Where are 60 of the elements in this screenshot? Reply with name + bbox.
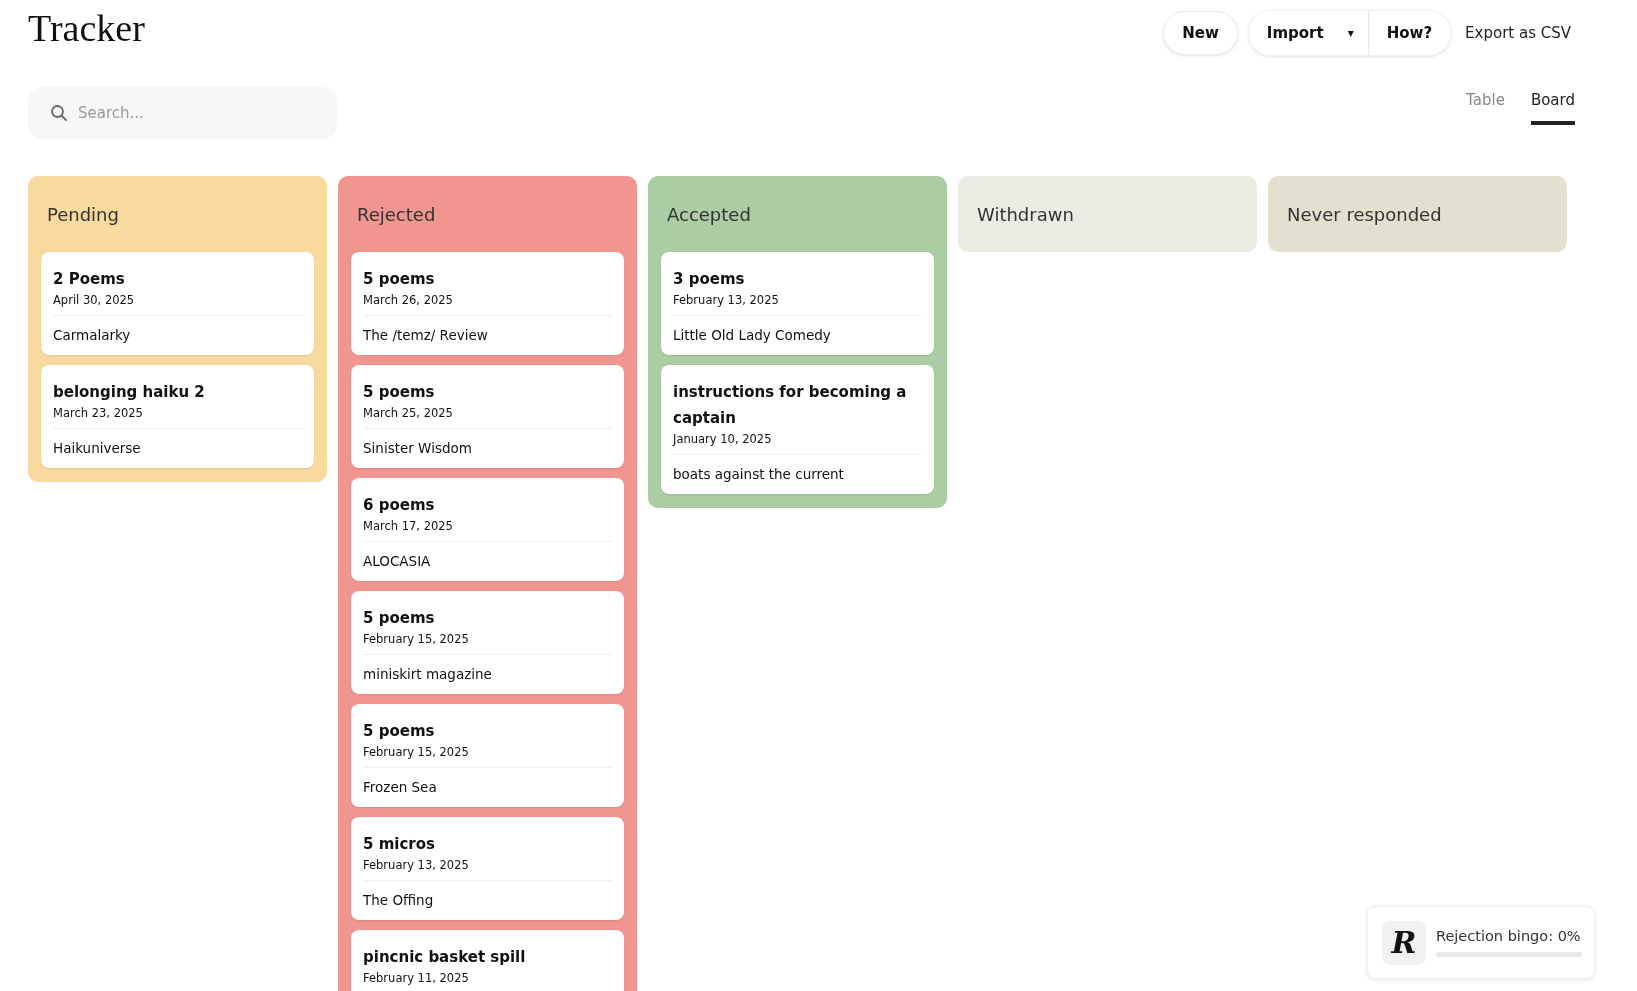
card-venue: The /temz/ Review xyxy=(363,326,489,345)
card-title: 2 Poems xyxy=(53,269,126,290)
card-title: pincnic basket spill xyxy=(363,947,527,968)
card-venue: Carmalarky xyxy=(53,326,132,345)
submission-card[interactable]: 6 poems March 17, 2025 ALOCASIA xyxy=(351,478,624,581)
card-date: February 11, 2025 xyxy=(363,970,470,986)
view-tab[interactable]: Board xyxy=(1530,91,1575,125)
submission-card[interactable]: belonging haiku 2 March 23, 2025 Haikuniverse xyxy=(41,365,314,468)
card-title: 6 poems xyxy=(363,495,436,516)
submission-card[interactable]: 3 poems February 13, 2025 Little Old Lady Comedy xyxy=(661,252,934,355)
card-date: March 17, 2025 xyxy=(363,518,454,534)
card-title: 5 micros xyxy=(363,834,436,855)
submission-card[interactable]: 5 micros February 13, 2025 The Offing xyxy=(351,817,624,920)
card-date: February 13, 2025 xyxy=(673,292,780,308)
card-venue: The Offing xyxy=(363,891,435,910)
bingo-label: Rejection bingo: 0% xyxy=(1436,928,1582,944)
card-title: 5 poems xyxy=(363,269,436,290)
search-field[interactable]: Search... xyxy=(28,87,337,139)
card-date: February 13, 2025 xyxy=(363,857,470,873)
export-csv-link[interactable]: Export as CSV xyxy=(1461,24,1575,42)
card-venue: miniskirt magazine xyxy=(363,665,493,684)
view-tab[interactable]: Table xyxy=(1466,91,1505,125)
card-venue: Little Old Lady Comedy xyxy=(673,326,832,345)
submission-card[interactable]: instructions for becoming a captain January 10, 2025 boats against the current xyxy=(661,365,934,494)
card-date: April 30, 2025 xyxy=(53,292,136,308)
card-title: belonging haiku 2 xyxy=(53,382,206,403)
column-title: Accepted xyxy=(666,202,752,227)
card-date: March 26, 2025 xyxy=(363,292,454,308)
card-date: February 15, 2025 xyxy=(363,744,470,760)
card-date: February 15, 2025 xyxy=(363,631,470,647)
column-title: Withdrawn xyxy=(976,202,1075,227)
submission-card[interactable]: 5 poems March 26, 2025 The /temz/ Review xyxy=(351,252,624,355)
card-title: 5 poems xyxy=(363,608,436,629)
card-title: 5 poems xyxy=(363,382,436,403)
column-title: Rejected xyxy=(356,202,437,227)
card-title: 3 poems xyxy=(673,269,746,290)
card-venue: boats against the current xyxy=(673,465,845,484)
card-date: March 25, 2025 xyxy=(363,405,454,421)
submission-card[interactable]: 2 Poems April 30, 2025 Carmalarky xyxy=(41,252,314,355)
logo-icon: R xyxy=(1382,920,1426,965)
submission-card[interactable]: pincnic basket spill February 11, 2025 xyxy=(351,930,624,991)
import-menu-button[interactable]: ▾ xyxy=(1339,11,1369,55)
card-title: 5 poems xyxy=(363,721,436,742)
submission-card[interactable]: 5 poems February 15, 2025 Frozen Sea xyxy=(351,704,624,807)
app-title: Tracker xyxy=(28,6,145,50)
card-venue: ALOCASIA xyxy=(363,552,432,571)
submission-card[interactable]: 5 poems March 25, 2025 Sinister Wisdom xyxy=(351,365,624,468)
card-venue: Haikuniverse xyxy=(53,439,142,458)
submission-card[interactable]: 5 poems February 15, 2025 miniskirt magazine xyxy=(351,591,624,694)
import-button[interactable]: Import xyxy=(1248,11,1340,55)
column-title: Pending xyxy=(46,202,120,227)
new-button[interactable]: New xyxy=(1163,11,1238,55)
card-title: instructions for becoming a captain xyxy=(673,382,908,429)
search-icon xyxy=(50,104,68,122)
card-venue: Sinister Wisdom xyxy=(363,439,473,458)
card-date: January 10, 2025 xyxy=(673,431,773,447)
column-title: Never responded xyxy=(1286,202,1443,227)
card-date: March 23, 2025 xyxy=(53,405,144,421)
how-button[interactable]: How? xyxy=(1368,11,1451,55)
card-venue: Frozen Sea xyxy=(363,778,438,797)
